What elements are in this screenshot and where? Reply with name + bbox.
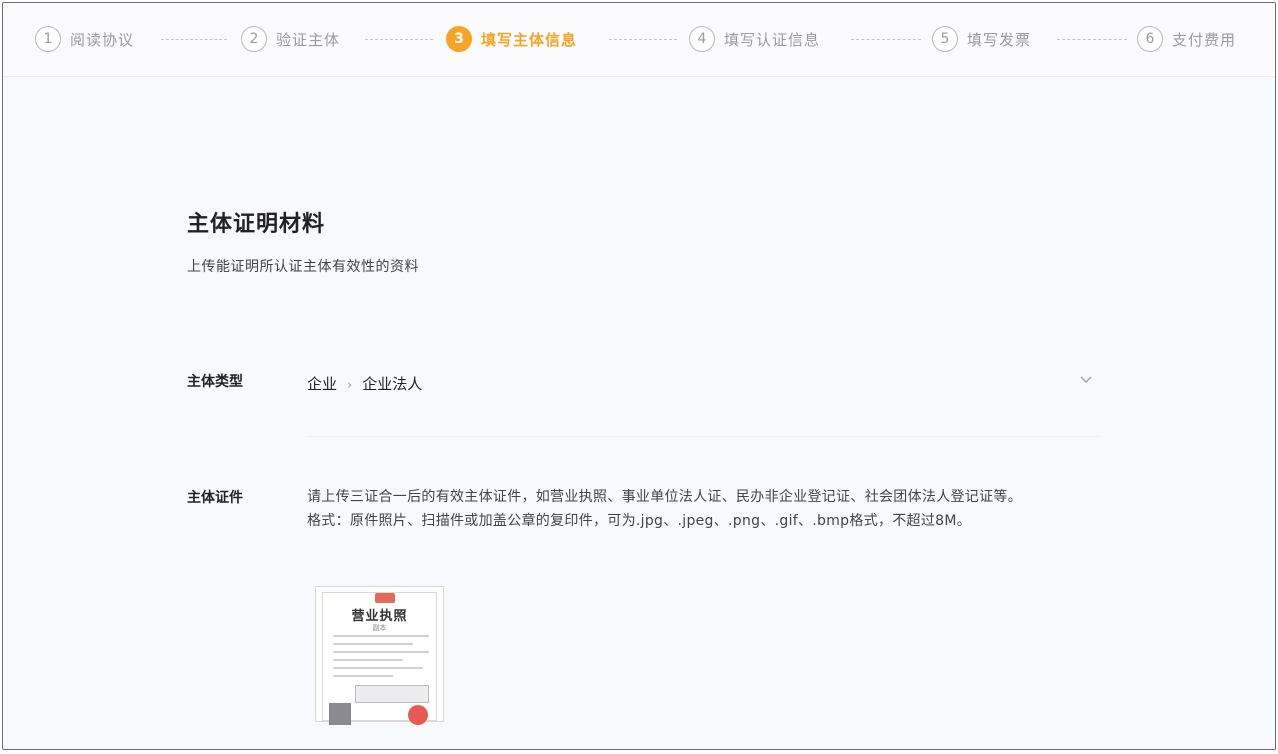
subject-type-value: 企业 › 企业法人 (307, 373, 422, 394)
step-divider (365, 39, 433, 40)
step-1: 1 阅读协议 (35, 25, 134, 53)
official-seal-icon (408, 705, 428, 725)
subject-type-label: 主体类型 (187, 374, 243, 390)
step-4-number: 4 (689, 26, 715, 52)
step-6-number: 6 (1137, 26, 1163, 52)
step-2-label: 验证主体 (276, 30, 341, 49)
step-divider (851, 39, 921, 40)
step-4: 4 填写认证信息 (689, 25, 820, 53)
qr-code-icon (329, 703, 351, 725)
step-divider (1057, 39, 1127, 40)
license-stamp-box (355, 685, 429, 703)
step-5-number: 5 (932, 26, 958, 52)
chevron-down-icon[interactable] (1079, 373, 1093, 387)
step-5: 5 填写发票 (932, 25, 1031, 53)
step-1-label: 阅读协议 (70, 30, 135, 49)
license-text-line (333, 643, 413, 645)
certificate-requirement-text: 请上传三证合一后的有效主体证件，如营业执照、事业单位法人证、民办非企业登记证、社… (307, 489, 1022, 505)
step-divider (161, 39, 227, 40)
step-3-number: 3 (446, 26, 472, 52)
license-text-line (333, 667, 423, 669)
subject-certificate-instructions: 请上传三证合一后的有效主体证件，如营业执照、事业单位法人证、民办非企业登记证、社… (307, 485, 1097, 533)
step-2: 2 验证主体 (241, 25, 340, 53)
license-text-line (333, 635, 429, 637)
subject-type-level1: 企业 (307, 375, 338, 393)
step-divider (609, 39, 677, 40)
section-title: 主体证明材料 (187, 212, 326, 237)
step-3: 3 填写主体信息 (446, 25, 577, 53)
step-6: 6 支付费用 (1137, 25, 1236, 53)
subject-certificate-label: 主体证件 (187, 490, 243, 506)
section-description: 上传能证明所认证主体有效性的资料 (187, 259, 419, 275)
step-2-number: 2 (241, 26, 267, 52)
license-text-line (333, 675, 393, 677)
step-progress-bar: 1 阅读协议 2 验证主体 3 填写主体信息 4 填写认证信息 5 填写发票 6… (3, 3, 1275, 77)
step-6-label: 支付费用 (1172, 30, 1237, 49)
step-4-label: 填写认证信息 (724, 30, 821, 49)
business-license-thumbnail[interactable]: 营业执照 副本 (315, 586, 444, 725)
license-text-line (333, 651, 429, 653)
license-subtitle: 副本 (372, 624, 387, 632)
license-document: 营业执照 副本 (322, 592, 437, 725)
national-emblem-icon (375, 593, 395, 603)
page-frame: 1 阅读协议 2 验证主体 3 填写主体信息 4 填写认证信息 5 填写发票 6… (2, 2, 1276, 750)
step-5-label: 填写发票 (967, 30, 1032, 49)
subject-type-select[interactable]: 企业 › 企业法人 (307, 367, 1099, 437)
license-title: 营业执照 (351, 609, 408, 624)
certificate-format-text: 格式：原件照片、扫描件或加盖公章的复印件，可为.jpg、.jpeg、.png、.… (307, 513, 972, 529)
subject-type-level2: 企业法人 (362, 375, 423, 393)
license-text-line (333, 659, 403, 661)
step-1-number: 1 (35, 26, 61, 52)
chevron-right-icon: › (347, 378, 353, 393)
step-3-label: 填写主体信息 (481, 30, 578, 49)
